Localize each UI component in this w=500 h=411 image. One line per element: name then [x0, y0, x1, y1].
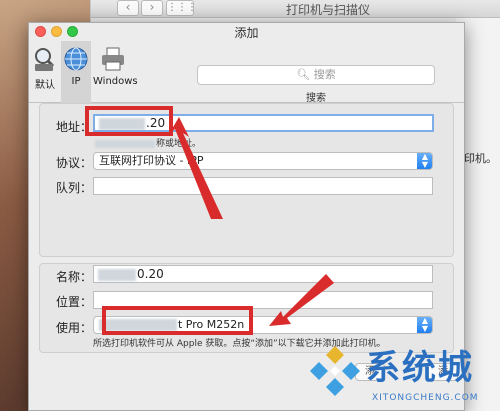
forward-button[interactable]: › [141, 0, 163, 16]
arrow-to-driver [269, 274, 334, 326]
arrow-to-address [169, 117, 223, 219]
xitongcheng-logo-icon [310, 346, 360, 396]
watermark-subtext: XITONGCHENG.COM [372, 393, 479, 403]
parent-toolbar: ‹ › ⋮⋮⋮ 打印机与扫描仪 [91, 0, 500, 18]
parent-side-text: 印机。 [464, 152, 497, 165]
show-all-grid-icon[interactable]: ⋮⋮⋮ [166, 0, 197, 16]
watermark-text: 系统城 [366, 348, 474, 388]
watermark-logo: 系统城 XITONGCHENG.COM [306, 338, 500, 411]
parent-window-title: 打印机与扫描仪 [286, 3, 371, 17]
back-button[interactable]: ‹ [117, 0, 139, 16]
